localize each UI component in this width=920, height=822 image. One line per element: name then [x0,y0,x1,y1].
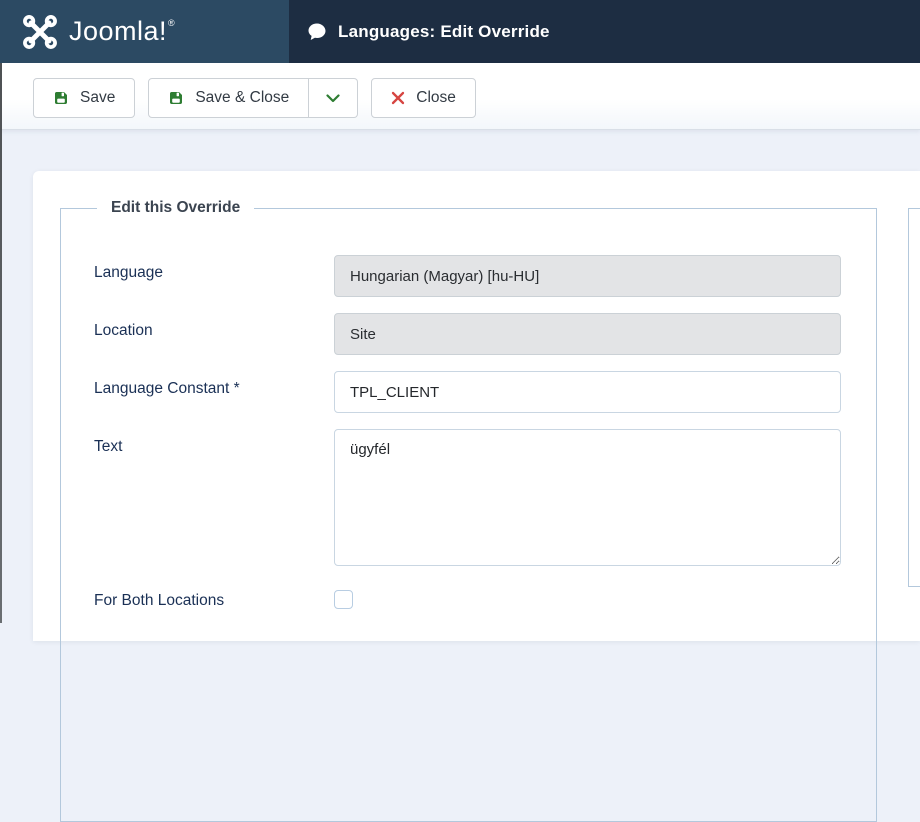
save-and-close-button[interactable]: Save & Close [148,78,309,118]
save-and-close-button-label: Save & Close [195,89,289,107]
page-title-bar: Languages: Edit Override [289,0,920,63]
close-x-icon [391,91,405,105]
language-field [334,255,841,297]
for-both-locations-checkbox[interactable] [334,590,353,609]
text-field[interactable]: ügyfél [334,429,841,566]
save-button[interactable]: Save [33,78,135,118]
brand-wordmark: Joomla!® [69,18,175,45]
toolbar: Save Save & Close Close [0,63,920,130]
save-options-dropdown-toggle[interactable] [309,78,358,118]
registered-mark: ® [168,18,175,28]
comment-bubble-icon [307,22,327,42]
joomla-logo-icon [22,12,58,52]
fieldset-legend: Edit this Override [97,200,254,216]
close-button-label: Close [416,89,456,107]
language-constant-field[interactable] [334,371,841,413]
close-button[interactable]: Close [371,78,476,118]
page-title: Languages: Edit Override [338,22,550,42]
window-edge [0,63,2,623]
language-constant-label: Language Constant * [94,380,240,398]
joomla-brand: Joomla!® [0,0,289,63]
chevron-down-icon [326,94,340,103]
for-both-locations-label: For Both Locations [94,592,224,610]
save-floppy-icon [53,90,69,106]
edit-override-card: Edit this Override Language Location Lan… [33,171,920,641]
app-header: Joomla!® Languages: Edit Override [0,0,920,63]
location-label: Location [94,322,153,340]
text-label: Text [94,438,122,456]
save-floppy-icon [168,90,184,106]
save-button-label: Save [80,89,115,107]
language-label: Language [94,264,163,282]
secondary-fieldset [908,208,920,587]
location-field [334,313,841,355]
save-close-button-group: Save & Close [148,78,358,118]
